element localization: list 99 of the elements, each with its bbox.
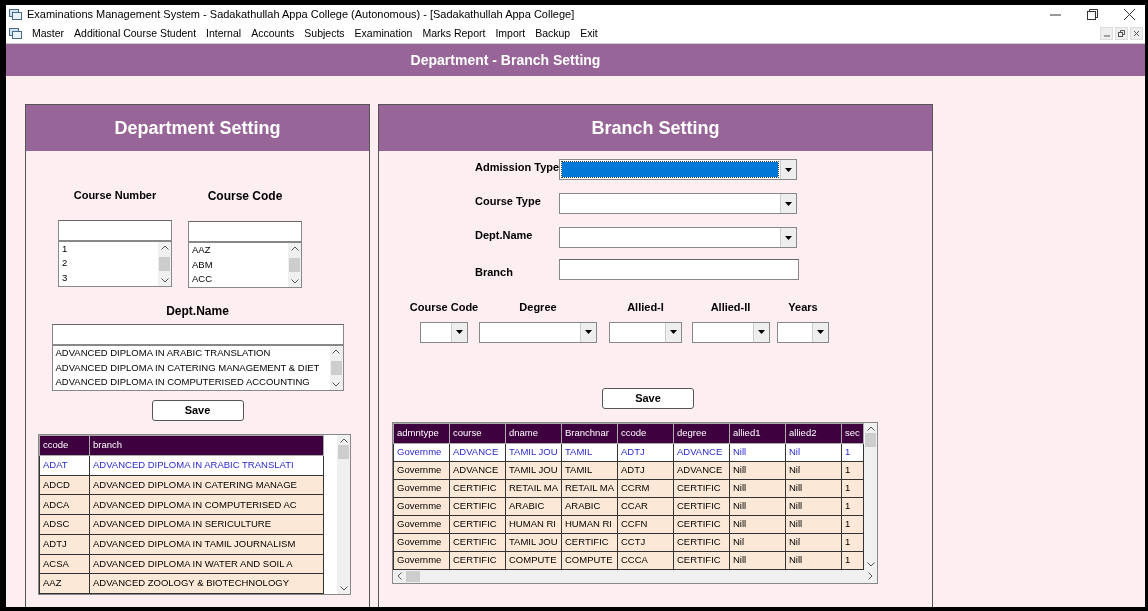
caret-icon <box>785 235 792 240</box>
field-label: Allied-I <box>627 300 664 315</box>
panel-title: Branch Setting <box>591 116 720 140</box>
scroll-thumb[interactable] <box>159 256 170 271</box>
column-header[interactable]: admntype <box>393 423 450 443</box>
scrollbar[interactable] <box>288 243 301 287</box>
scroll-down-icon[interactable] <box>339 586 348 591</box>
caret-icon <box>456 330 463 334</box>
column-header[interactable]: dname <box>505 423 562 443</box>
text-field[interactable] <box>559 259 799 280</box>
scroll-thumb[interactable] <box>330 361 342 375</box>
field-label: Branch <box>475 264 514 280</box>
column-header[interactable]: ccode <box>39 435 90 456</box>
field-label: Course Code <box>207 188 283 205</box>
column-header[interactable]: ccode <box>617 423 674 443</box>
scroll-up-icon[interactable] <box>866 425 875 431</box>
table-cell: AAZ <box>39 573 90 594</box>
scrollbar[interactable] <box>337 435 350 594</box>
scroll-thumb[interactable] <box>338 445 349 459</box>
field-label: Dept.Name <box>475 228 534 243</box>
column-header[interactable]: allied1 <box>729 423 786 443</box>
list-item[interactable]: ABM <box>192 257 288 272</box>
scroll-down-icon[interactable] <box>290 279 299 284</box>
list-item[interactable]: ADVANCED DIPLOMA IN CATERING MANAGEMENT & DIET <box>55 360 330 375</box>
list-item[interactable]: 2 <box>62 256 158 271</box>
caret-icon <box>757 330 765 334</box>
scroll-down-icon[interactable] <box>866 561 875 567</box>
column-header[interactable]: sec <box>841 423 864 443</box>
table-cell: ADCA <box>39 494 90 515</box>
scrollbar[interactable] <box>329 346 343 390</box>
caret-icon <box>670 330 677 334</box>
close-icon[interactable] <box>1124 9 1135 20</box>
scroll-up-icon[interactable] <box>339 438 348 443</box>
scroll-down-icon[interactable] <box>332 382 340 387</box>
table-cell: ADSC <box>39 514 90 535</box>
menu-item[interactable]: Marks Report <box>422 25 486 42</box>
list-box[interactable]: AAZ ABM ACC <box>188 242 302 288</box>
field-label: Admission Type <box>475 160 559 175</box>
list-item[interactable]: 3 <box>62 270 158 285</box>
scroll-thumb[interactable] <box>289 258 300 272</box>
table-cell: ACSA <box>39 554 90 574</box>
list-item[interactable]: ADVANCED DIPLOMA IN COMPUTERISED ACCOUNTING <box>55 375 330 390</box>
scrollbar[interactable] <box>864 422 877 570</box>
dropdown[interactable] <box>559 159 797 180</box>
scroll-thumb[interactable] <box>406 570 420 582</box>
column-header[interactable]: branch <box>89 435 324 456</box>
column-header[interactable]: course <box>449 423 506 443</box>
restore-icon[interactable] <box>1087 9 1098 20</box>
text-field[interactable] <box>58 219 172 241</box>
menu-app-icon[interactable] <box>9 28 22 39</box>
field-label: Course Code <box>409 300 479 315</box>
save-button[interactable]: Save <box>602 387 694 409</box>
text-field[interactable] <box>188 221 302 242</box>
save-button[interactable]: Save <box>151 400 244 421</box>
menu-item[interactable]: Master <box>32 25 65 42</box>
page-title: Department - Branch Setting <box>410 50 601 70</box>
list-box[interactable]: 1 2 3 <box>58 240 172 287</box>
table-cell: ADTJ <box>39 534 90 554</box>
scroll-down-icon[interactable] <box>160 277 169 283</box>
column-header[interactable]: Branchnar <box>561 423 618 443</box>
column-header[interactable]: degree <box>673 423 730 443</box>
text-field[interactable] <box>51 324 344 345</box>
caret-icon <box>785 167 792 172</box>
list-item[interactable]: ACC <box>192 272 288 287</box>
menu-item[interactable]: Internal <box>206 25 242 42</box>
menu-item[interactable]: Accounts <box>251 25 295 42</box>
menu-item[interactable]: Examination <box>354 25 413 42</box>
table-cell: ADCD <box>39 475 90 495</box>
field-label: Years <box>788 300 818 315</box>
panel-title: Department Setting <box>114 116 281 140</box>
restore-icon[interactable] <box>1115 27 1128 40</box>
scroll-left-icon[interactable] <box>397 572 402 580</box>
menu-item[interactable]: Subjects <box>304 25 345 42</box>
column-header[interactable]: allied2 <box>785 423 842 443</box>
list-item[interactable]: AAZ <box>192 243 288 258</box>
scrollbar[interactable] <box>158 241 171 286</box>
list-item[interactable]: ADVANCED DIPLOMA IN ARABIC TRANSLATION <box>55 346 330 361</box>
app-icon <box>9 9 22 20</box>
field-label: Dept.Name <box>166 303 229 320</box>
scroll-thumb[interactable] <box>865 432 876 447</box>
list-box[interactable]: ADVANCED DIPLOMA IN ARABIC TRANSLATION ADVANCED DIPLOMA IN CATERING MANAGEMENT & DIET ADVANCED DIPLOMA IN COMPUTERISED ACCOUNTING <box>51 345 344 391</box>
list-item[interactable]: 1 <box>62 241 158 256</box>
field-label: Course Type <box>475 194 542 209</box>
field-label: Allied-II <box>710 300 751 315</box>
scroll-up-icon[interactable] <box>332 349 340 354</box>
scroll-right-icon[interactable] <box>868 572 873 580</box>
caret-icon <box>785 201 792 206</box>
menu-item[interactable]: Additional Course Student <box>74 25 197 42</box>
field-label: Degree <box>519 300 557 315</box>
table-cell: ADAT <box>39 455 90 476</box>
menu-item[interactable]: Backup <box>535 25 571 42</box>
field-label: Course Number <box>73 188 157 203</box>
scroll-up-icon[interactable] <box>290 246 299 251</box>
caret-icon <box>817 330 824 334</box>
caret-icon <box>585 330 592 334</box>
menu-item[interactable]: Exit <box>580 25 598 42</box>
window-title: Examinations Management System - Sadakathullah Appa College (Autonomous) - [Sadakathullah Appa College] <box>27 7 575 23</box>
menu-item[interactable]: Import <box>495 25 526 42</box>
scroll-up-icon[interactable] <box>160 244 169 250</box>
